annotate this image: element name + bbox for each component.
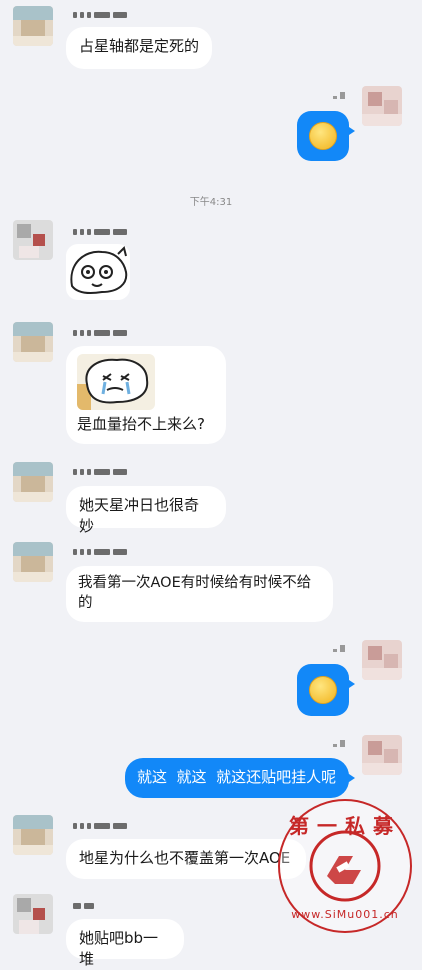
message-bubble[interactable] — [297, 111, 355, 161]
sticker-image[interactable] — [77, 354, 155, 410]
sender-name — [73, 822, 127, 830]
sender-name — [333, 740, 345, 747]
message-bubble[interactable]: 她天星冲日也很奇妙 — [66, 486, 226, 535]
message-bubble[interactable] — [297, 664, 355, 716]
sender-name — [73, 329, 127, 337]
message-text: 她贴吧bb一堆 — [79, 929, 159, 968]
message-text: 她天星冲日也很奇妙 — [79, 496, 200, 535]
smile-emoji-icon — [309, 676, 337, 704]
avatar[interactable] — [362, 640, 402, 680]
avatar[interactable] — [13, 220, 53, 260]
sender-name — [333, 645, 345, 652]
crying-cartoon-icon — [77, 358, 149, 410]
message-bubble[interactable]: 就这 就这 就这还贴吧挂人呢 — [125, 758, 355, 798]
message-text: 地星为什么也不覆盖第一次AOE — [79, 849, 291, 867]
watermark-text-top: 第一私募 — [289, 814, 401, 838]
message-bubble[interactable]: 占星轴都是定死的 — [66, 27, 212, 69]
watermark-stamp: 第一私募 www.SiMu001.cn — [275, 796, 415, 936]
cartoon-face-icon — [70, 246, 128, 295]
message-bubble[interactable]: 我看第一次AOE有时候给有时候不给的 — [66, 566, 333, 622]
sender-name — [333, 92, 345, 99]
sticker-image[interactable] — [66, 244, 130, 300]
sender-name — [73, 902, 94, 910]
sender-name — [73, 11, 127, 19]
watermark-text-bottom: www.SiMu001.cn — [291, 908, 399, 921]
avatar[interactable] — [13, 542, 53, 582]
avatar[interactable] — [13, 894, 53, 934]
message-bubble[interactable]: 她贴吧bb一堆 — [66, 919, 184, 968]
sender-name — [73, 468, 127, 476]
message-text: 是血量抬不上来么? — [77, 415, 205, 433]
message-text: 就这 就这 就这还贴吧挂人呢 — [137, 768, 337, 786]
timestamp: 下午4:31 — [189, 197, 233, 208]
avatar[interactable] — [13, 462, 53, 502]
sender-name — [73, 548, 127, 556]
avatar[interactable] — [13, 322, 53, 362]
avatar[interactable] — [362, 735, 402, 775]
sender-name — [73, 228, 127, 236]
message-text: 我看第一次AOE有时候给有时候不给的 — [78, 575, 312, 611]
avatar[interactable] — [362, 86, 402, 126]
avatar[interactable] — [13, 6, 53, 46]
message-text: 占星轴都是定死的 — [79, 37, 200, 55]
thinking-emoji-icon — [309, 122, 337, 150]
avatar[interactable] — [13, 815, 53, 855]
message-bubble[interactable]: 是血量抬不上来么? — [66, 346, 226, 444]
message-bubble[interactable]: 地星为什么也不覆盖第一次AOE — [66, 839, 306, 879]
